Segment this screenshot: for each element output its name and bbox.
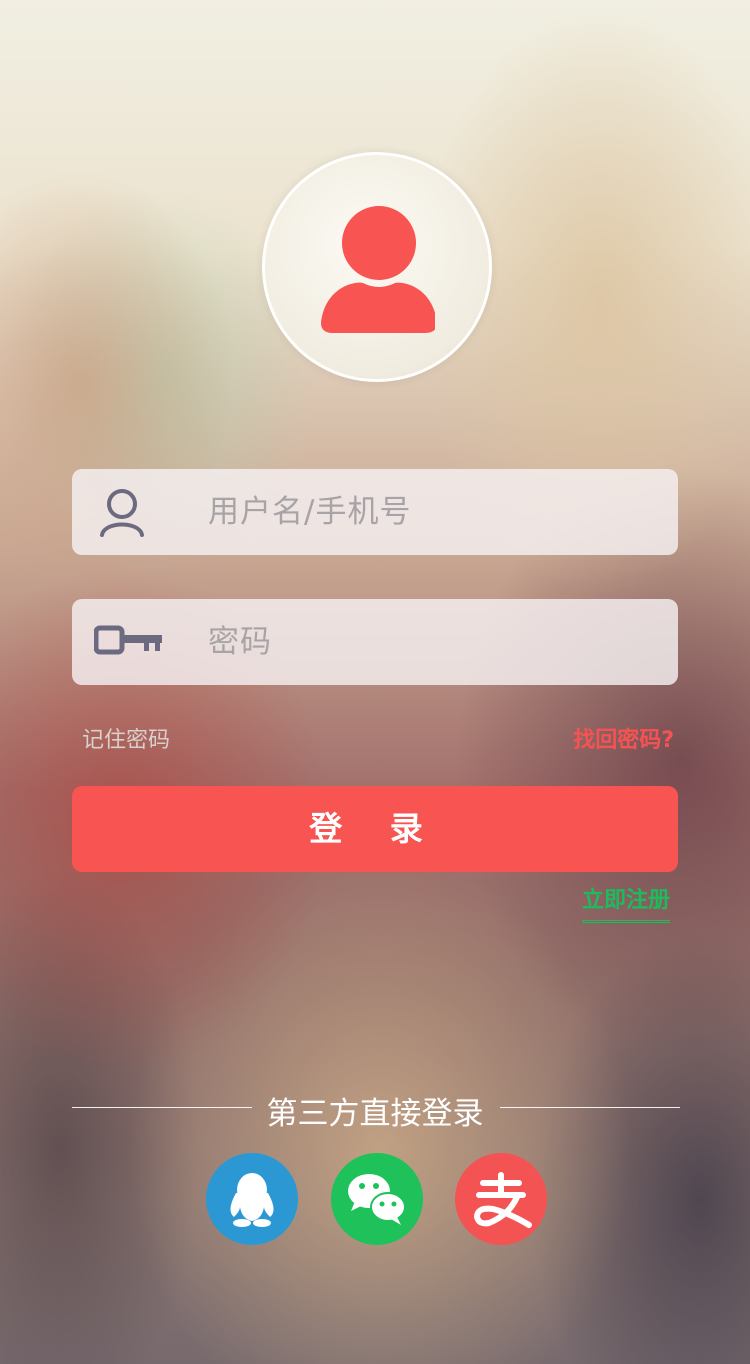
user-icon [94, 487, 164, 537]
forgot-password-link[interactable]: 找回密码? [573, 722, 674, 754]
password-field[interactable]: 密码 [72, 599, 678, 685]
alipay-login-button[interactable] [455, 1153, 547, 1245]
username-placeholder: 用户名/手机号 [208, 494, 412, 530]
qq-login-button[interactable] [206, 1153, 298, 1245]
user-avatar-icon [321, 206, 435, 333]
alipay-icon [455, 1153, 547, 1245]
avatar [262, 152, 492, 382]
username-field[interactable]: 用户名/手机号 [72, 469, 678, 555]
password-placeholder: 密码 [208, 624, 272, 660]
wechat-icon [331, 1153, 423, 1245]
login-button[interactable]: 登 录 [72, 786, 678, 872]
qq-icon [206, 1153, 298, 1245]
remember-password-toggle[interactable]: 记住密码 [82, 722, 170, 754]
key-icon [93, 617, 164, 667]
register-link[interactable]: 立即注册 [581, 882, 670, 923]
wechat-login-button[interactable] [331, 1153, 423, 1245]
third-party-title: 第三方直接登录 [266, 1096, 484, 1132]
